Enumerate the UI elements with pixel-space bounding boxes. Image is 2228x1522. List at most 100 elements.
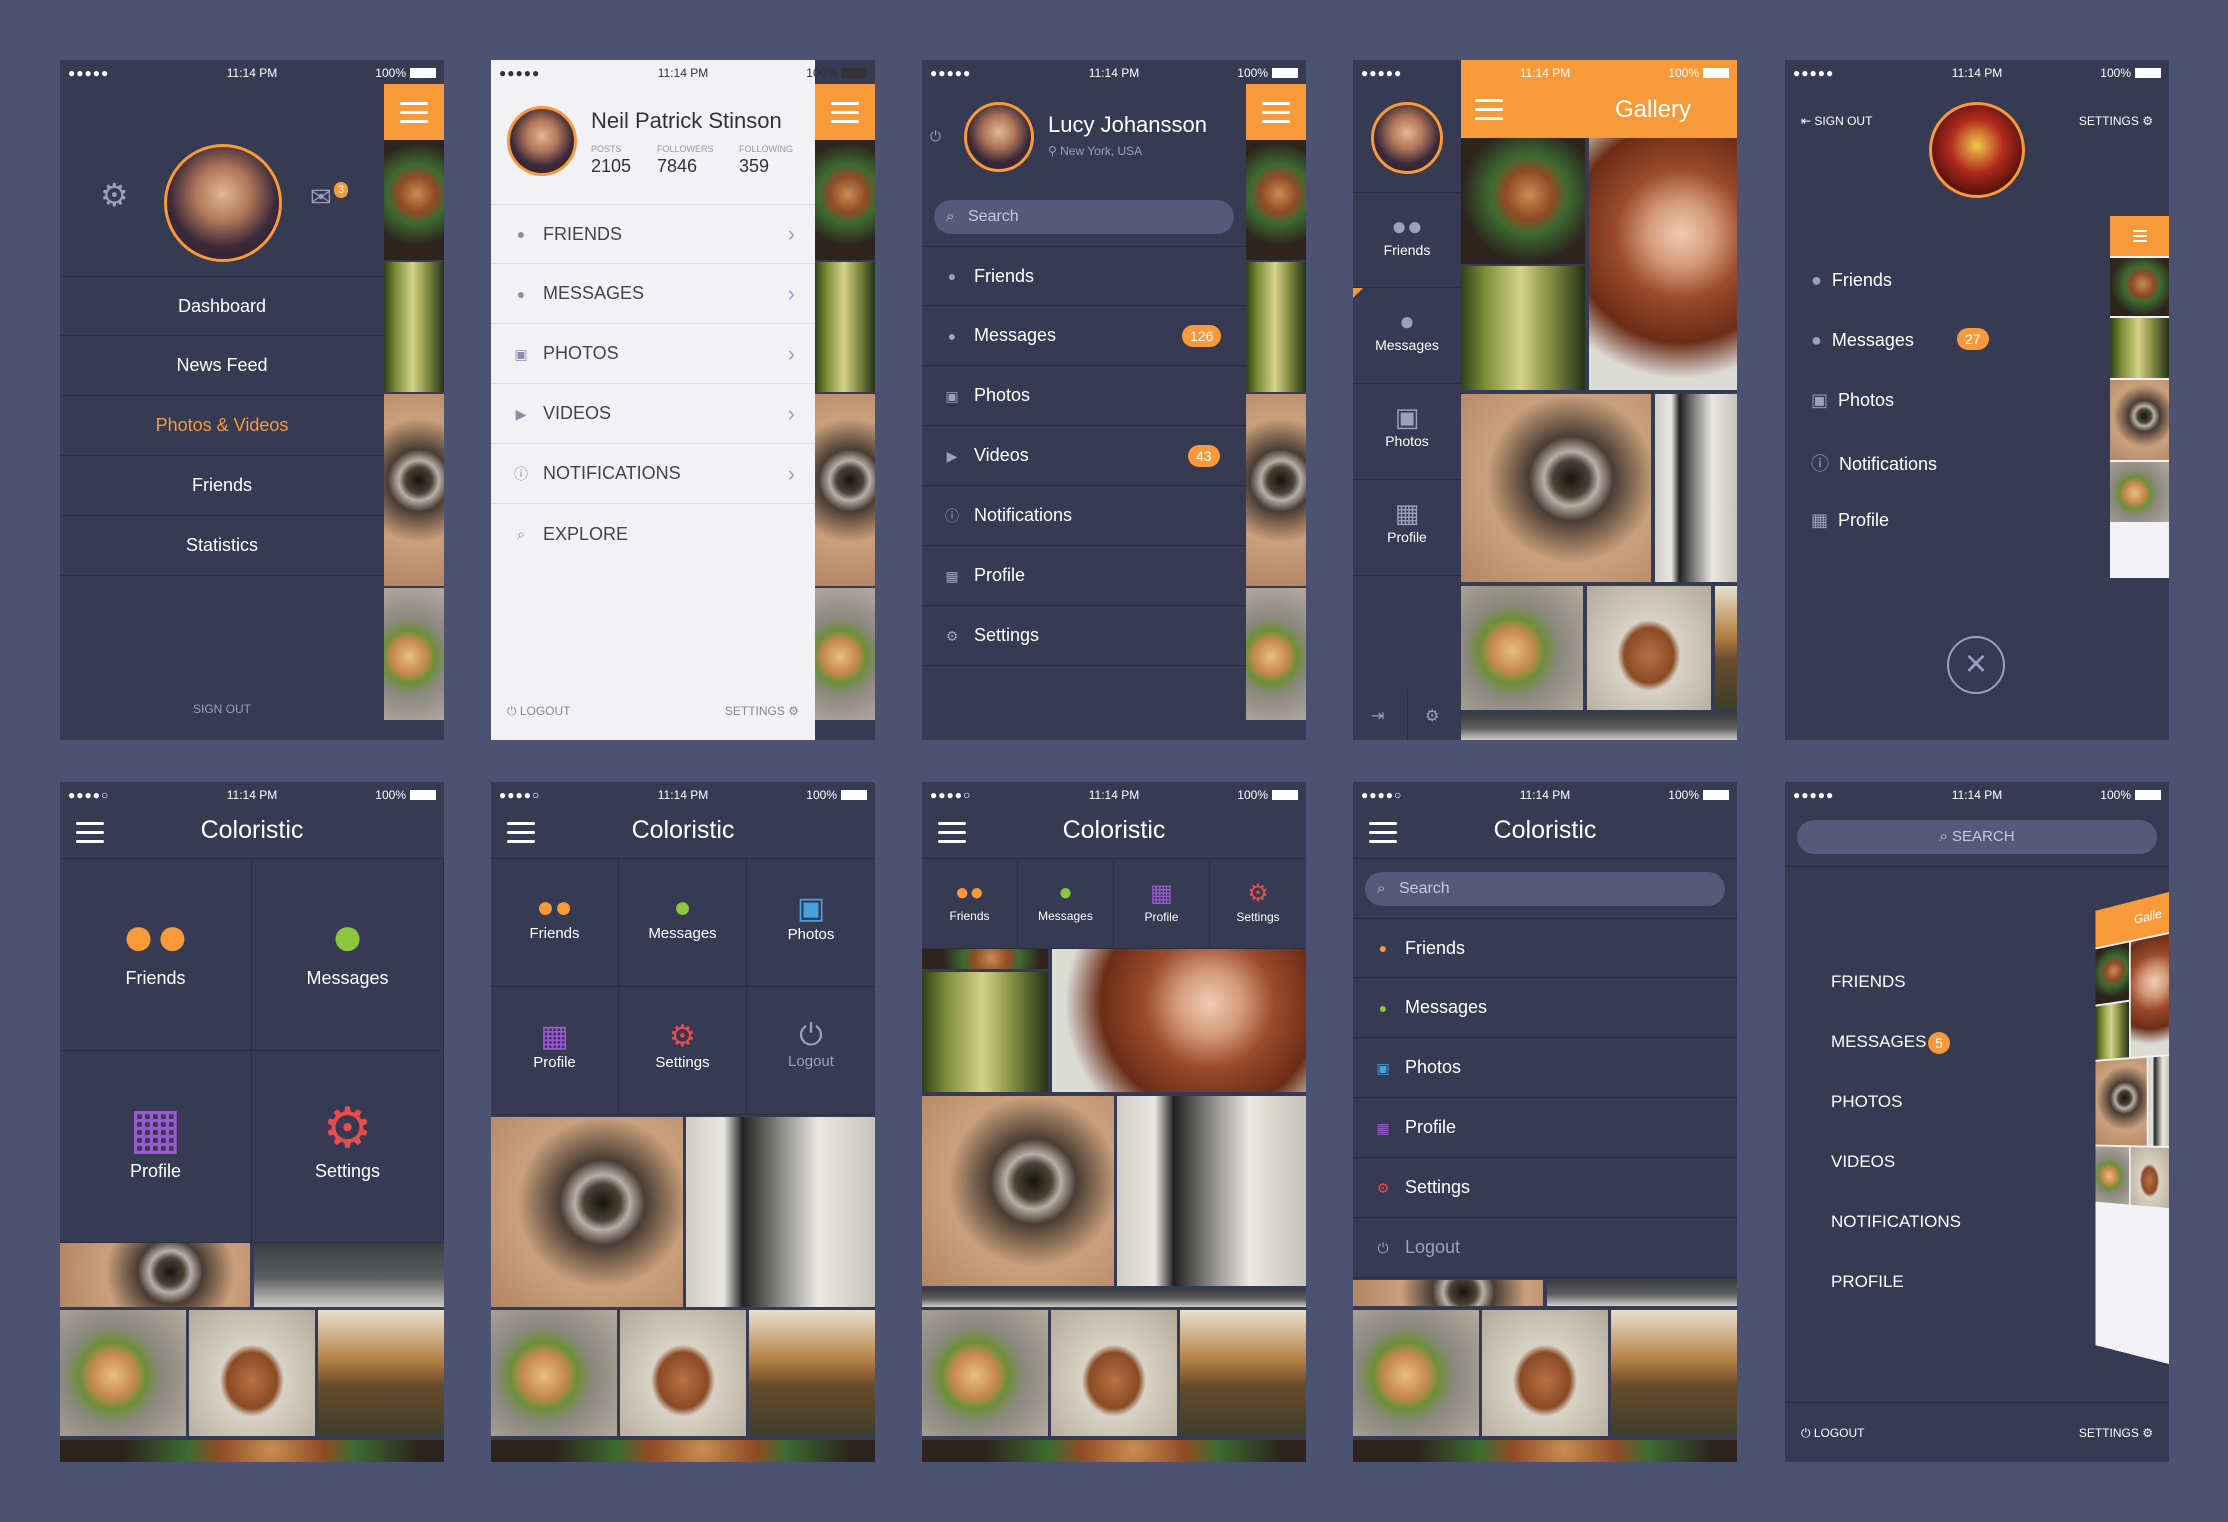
hamburger-menu-icon[interactable]	[1246, 84, 1306, 140]
tile-settings[interactable]: ⚙ Settings	[252, 1051, 444, 1243]
menu-item-dashboard[interactable]: Dashboard	[60, 276, 384, 336]
tile-friends[interactable]: ●● Friends	[491, 859, 619, 987]
tab-messages[interactable]: ● Messages	[1353, 288, 1461, 384]
menu-item-statistics[interactable]: Statistics	[60, 516, 384, 576]
tab-friends[interactable]: ●● Friends	[1353, 192, 1461, 288]
logout-link[interactable]: ⏻ LOGOUT	[507, 704, 571, 719]
menu-item-notifications[interactable]: ⓘ Notifications	[922, 486, 1246, 546]
tile-settings[interactable]: ⚙ Settings	[619, 987, 747, 1115]
menu-item-friends[interactable]: Friends	[60, 456, 384, 516]
menu-item-photos[interactable]: ▣ Photos	[1353, 1038, 1737, 1098]
search-input[interactable]: ⌕ SEARCH	[1797, 820, 2157, 854]
avatar[interactable]	[507, 106, 577, 176]
photo-pie	[1461, 586, 1583, 710]
menu-item-friends[interactable]: ● Friends	[1811, 270, 1892, 291]
photo-boxer	[1655, 394, 1737, 582]
search-input[interactable]: ⌕ Search	[934, 200, 1234, 234]
menu-item-photos[interactable]: ▣ Photos	[1811, 390, 1894, 411]
chat-icon: ●	[1058, 879, 1073, 906]
tile-messages[interactable]: ● Messages	[619, 859, 747, 987]
menu-item-profile[interactable]: ▦ Profile	[1353, 1098, 1737, 1158]
hamburger-menu-icon[interactable]	[815, 84, 875, 140]
photo-house	[1715, 586, 1737, 710]
photo-icon: ▣	[1394, 402, 1420, 432]
menu-item-photos[interactable]: ▣ PHOTOS ›	[491, 324, 815, 384]
menu-item-videos[interactable]: ▶ VIDEOS ›	[491, 384, 815, 444]
search-icon: ⌕	[1939, 828, 1948, 845]
logout-icon[interactable]: ⇥	[1371, 706, 1384, 726]
menu-item-videos[interactable]: ▶ Videos 43	[922, 426, 1246, 486]
photo-camera	[60, 1243, 250, 1307]
tile-messages[interactable]: ● Messages	[252, 859, 444, 1051]
menu-item-logout[interactable]: ⏻ Logout	[1353, 1218, 1737, 1278]
search-placeholder: Search	[1399, 880, 1450, 897]
sign-out-link[interactable]: ⇤ SIGN OUT	[1801, 114, 1872, 128]
power-icon[interactable]: ⏻	[930, 128, 941, 145]
menu-item-messages[interactable]: ● Messages 126	[922, 306, 1246, 366]
avatar[interactable]	[1371, 102, 1443, 174]
gear-icon: ⚙	[1376, 1179, 1390, 1196]
menu-item-photos-videos[interactable]: Photos & Videos	[60, 396, 384, 456]
search-input[interactable]: ⌕ Search	[1365, 872, 1725, 906]
stat-value-followers: 7846	[657, 156, 698, 176]
tile-profile[interactable]: ▦ Profile	[60, 1051, 252, 1243]
menu-item-friends[interactable]: ● Friends	[922, 246, 1246, 306]
menu-item-messages[interactable]: ● Messages	[1353, 978, 1737, 1038]
status-bar: ●●●●○ 11:14 PM 100%	[60, 782, 444, 806]
settings-link[interactable]: SETTINGS ⚙	[2079, 1426, 2153, 1440]
tab-messages[interactable]: ● Messages	[1018, 859, 1114, 949]
photo-wallet	[2130, 1147, 2169, 1208]
settings-link[interactable]: SETTINGS ⚙	[725, 704, 799, 718]
tile-label: Logout	[788, 1053, 834, 1070]
sign-out-link[interactable]: SIGN OUT	[60, 702, 384, 716]
menu-label: Friends	[974, 265, 1035, 286]
menu-item-notifications[interactable]: ⓘ NOTIFICATIONS ›	[491, 444, 815, 504]
menu-item-notifications[interactable]: ⓘ Notifications	[1811, 450, 1937, 476]
hamburger-menu-icon[interactable]	[384, 84, 444, 140]
tab-photos[interactable]: ▣ Photos	[1353, 384, 1461, 480]
tile-photos[interactable]: ▣ Photos	[747, 859, 875, 987]
menu-item-friends[interactable]: FRIENDS	[1831, 972, 1906, 992]
menu-item-messages[interactable]: MESSAGES	[1831, 1032, 1926, 1052]
menu-item-settings[interactable]: ⚙ Settings	[922, 606, 1246, 666]
menu-item-photos[interactable]: ▣ Photos	[922, 366, 1246, 426]
close-icon[interactable]: ×	[1947, 636, 2005, 694]
gear-icon[interactable]: ⚙	[100, 176, 129, 214]
screen-gallery-icon-sidebar: ●●●●● 11:14 PM 100% Gallery ●● Friends ● Mes…	[1353, 60, 1737, 740]
photo-wallet	[620, 1310, 746, 1436]
menu-item-friends[interactable]: ● FRIENDS ›	[491, 204, 815, 264]
menu-item-photos[interactable]: PHOTOS	[1831, 1092, 1902, 1112]
tab-settings[interactable]: ⚙ Settings	[1210, 859, 1306, 949]
mail-icon[interactable]: ✉	[310, 182, 332, 213]
menu-item-friends[interactable]: ● Friends	[1353, 918, 1737, 978]
menu-item-messages[interactable]: ● MESSAGES ›	[491, 264, 815, 324]
photo-burger	[815, 140, 875, 260]
settings-link[interactable]: SETTINGS ⚙	[2079, 114, 2153, 128]
menu-label: Photos	[1838, 390, 1895, 410]
menu-item-messages[interactable]: ● Messages	[1811, 330, 1914, 351]
photo-boxer	[2148, 1056, 2169, 1146]
avatar[interactable]	[1929, 102, 2025, 198]
tab-profile[interactable]: ▦ Profile	[1114, 859, 1210, 949]
video-icon: ▶	[946, 447, 958, 464]
menu-item-videos[interactable]: VIDEOS	[1831, 1152, 1895, 1172]
tile-friends[interactable]: ●● Friends	[60, 859, 252, 1051]
tile-logout[interactable]: ⏻ Logout	[747, 987, 875, 1115]
menu-item-profile[interactable]: ▦ Profile	[1811, 510, 1889, 531]
menu-item-profile[interactable]: ▦ Profile	[922, 546, 1246, 606]
menu-item-settings[interactable]: ⚙ Settings	[1353, 1158, 1737, 1218]
tab-friends[interactable]: ●● Friends	[922, 859, 1018, 949]
photo-food	[2095, 942, 2129, 1005]
photo-trees	[922, 972, 1048, 1092]
tile-profile[interactable]: ▦ Profile	[491, 987, 619, 1115]
menu-item-explore[interactable]: ⌕ EXPLORE	[491, 504, 815, 564]
tab-profile[interactable]: ▦ Profile	[1353, 480, 1461, 576]
menu-item-notifications[interactable]: NOTIFICATIONS	[1831, 1212, 1961, 1232]
avatar[interactable]	[964, 102, 1034, 172]
gear-icon[interactable]: ⚙	[1425, 706, 1439, 726]
menu-item-news-feed[interactable]: News Feed	[60, 336, 384, 396]
menu-item-profile[interactable]: PROFILE	[1831, 1272, 1904, 1292]
logout-link[interactable]: ⏻ LOGOUT	[1801, 1426, 1865, 1441]
avatar[interactable]	[164, 144, 282, 262]
hamburger-menu-icon[interactable]	[1469, 86, 1509, 132]
